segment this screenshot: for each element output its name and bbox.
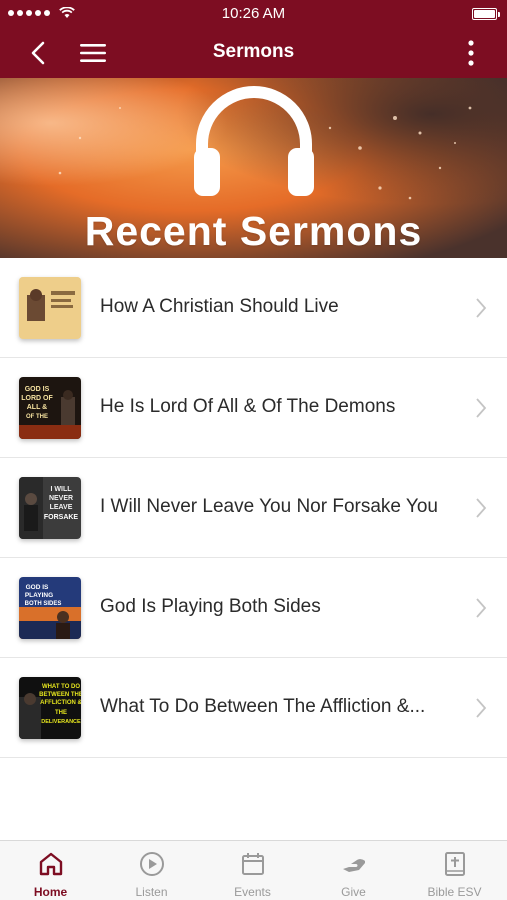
svg-text:AFFLICTION &: AFFLICTION &: [40, 700, 81, 706]
banner-title: Recent Sermons: [84, 208, 423, 254]
sermon-list: How A Christian Should Live GOD IS LORD …: [0, 258, 507, 758]
chevron-right-icon: [476, 598, 487, 618]
battery-icon: [472, 8, 500, 20]
tab-label: Events: [234, 885, 271, 899]
tab-label: Home: [33, 885, 68, 899]
tab-label: Listen: [135, 885, 168, 899]
sermon-thumbnail: WHAT TO DO BETWEEN THE AFFLICTION & THE …: [19, 677, 81, 739]
sermon-title: He Is Lord Of All & Of The Demons: [100, 396, 396, 417]
svg-text:LORD OF: LORD OF: [21, 395, 53, 402]
svg-text:LEAVE: LEAVE: [50, 504, 73, 511]
status-bar: 10:26 AM: [0, 0, 507, 28]
sermon-thumbnail: I WILL NEVER LEAVE FORSAKE: [19, 477, 81, 539]
bible-icon: [445, 852, 465, 876]
tab-listen[interactable]: Listen: [101, 841, 202, 900]
list-item[interactable]: WHAT TO DO BETWEEN THE AFFLICTION & THE …: [0, 658, 507, 758]
svg-text:BOTH SIDES: BOTH SIDES: [25, 601, 62, 607]
sermon-title: God Is Playing Both Sides: [100, 596, 321, 617]
list-item[interactable]: I WILL NEVER LEAVE FORSAKE I Will Never …: [0, 458, 507, 558]
tab-label: Bible ESV: [427, 885, 482, 899]
svg-text:THE: THE: [55, 710, 67, 716]
sermon-title: I Will Never Leave You Nor Forsake You: [100, 496, 438, 517]
more-options-icon[interactable]: [463, 38, 479, 68]
chevron-right-icon: [476, 698, 487, 718]
list-item[interactable]: GOD IS PLAYING BOTH SIDES God Is Playing…: [0, 558, 507, 658]
list-item[interactable]: GOD IS LORD OF ALL & OF THE He Is Lord O…: [0, 358, 507, 458]
svg-text:PLAYING: PLAYING: [25, 592, 53, 599]
svg-text:GOD IS: GOD IS: [25, 386, 50, 393]
sermon-thumbnail: GOD IS PLAYING BOTH SIDES: [19, 577, 81, 639]
play-circle-icon: [140, 852, 164, 876]
status-time: 10:26 AM: [221, 5, 286, 22]
home-icon: [39, 852, 63, 876]
tab-give[interactable]: Give: [303, 841, 404, 900]
svg-text:DELIVERANCE: DELIVERANCE: [41, 719, 81, 725]
svg-text:WHAT TO DO: WHAT TO DO: [42, 684, 80, 690]
svg-text:BETWEEN THE: BETWEEN THE: [39, 692, 81, 698]
headphones-icon: [194, 86, 314, 196]
svg-text:OF THE: OF THE: [26, 414, 48, 420]
tab-events[interactable]: Events: [202, 841, 303, 900]
recent-sermons-banner[interactable]: Recent Sermons: [0, 78, 507, 258]
nav-bar: Sermons: [0, 28, 507, 78]
tab-home[interactable]: Home: [0, 841, 101, 900]
list-item[interactable]: How A Christian Should Live: [0, 258, 507, 358]
svg-text:FORSAKE: FORSAKE: [44, 514, 79, 521]
tab-label: Give: [341, 885, 366, 899]
sermon-title: How A Christian Should Live: [100, 296, 339, 317]
page-title: Sermons: [212, 41, 295, 62]
svg-text:I WILL: I WILL: [51, 486, 73, 493]
sermon-thumbnail: [19, 277, 81, 339]
chevron-right-icon: [476, 398, 487, 418]
sermon-title: What To Do Between The Affliction &...: [100, 696, 426, 717]
calendar-icon: [242, 853, 264, 875]
svg-text:NEVER: NEVER: [49, 495, 73, 502]
sermon-thumbnail: GOD IS LORD OF ALL & OF THE: [19, 377, 81, 439]
giving-hand-icon: [343, 859, 365, 872]
chevron-right-icon: [476, 298, 487, 318]
tab-bar: Home Listen Events Give Bible ESV: [0, 840, 507, 900]
svg-text:GOD IS: GOD IS: [26, 584, 49, 591]
chevron-right-icon: [476, 498, 487, 518]
tab-bible[interactable]: Bible ESV: [404, 841, 505, 900]
svg-text:ALL &: ALL &: [27, 404, 47, 411]
